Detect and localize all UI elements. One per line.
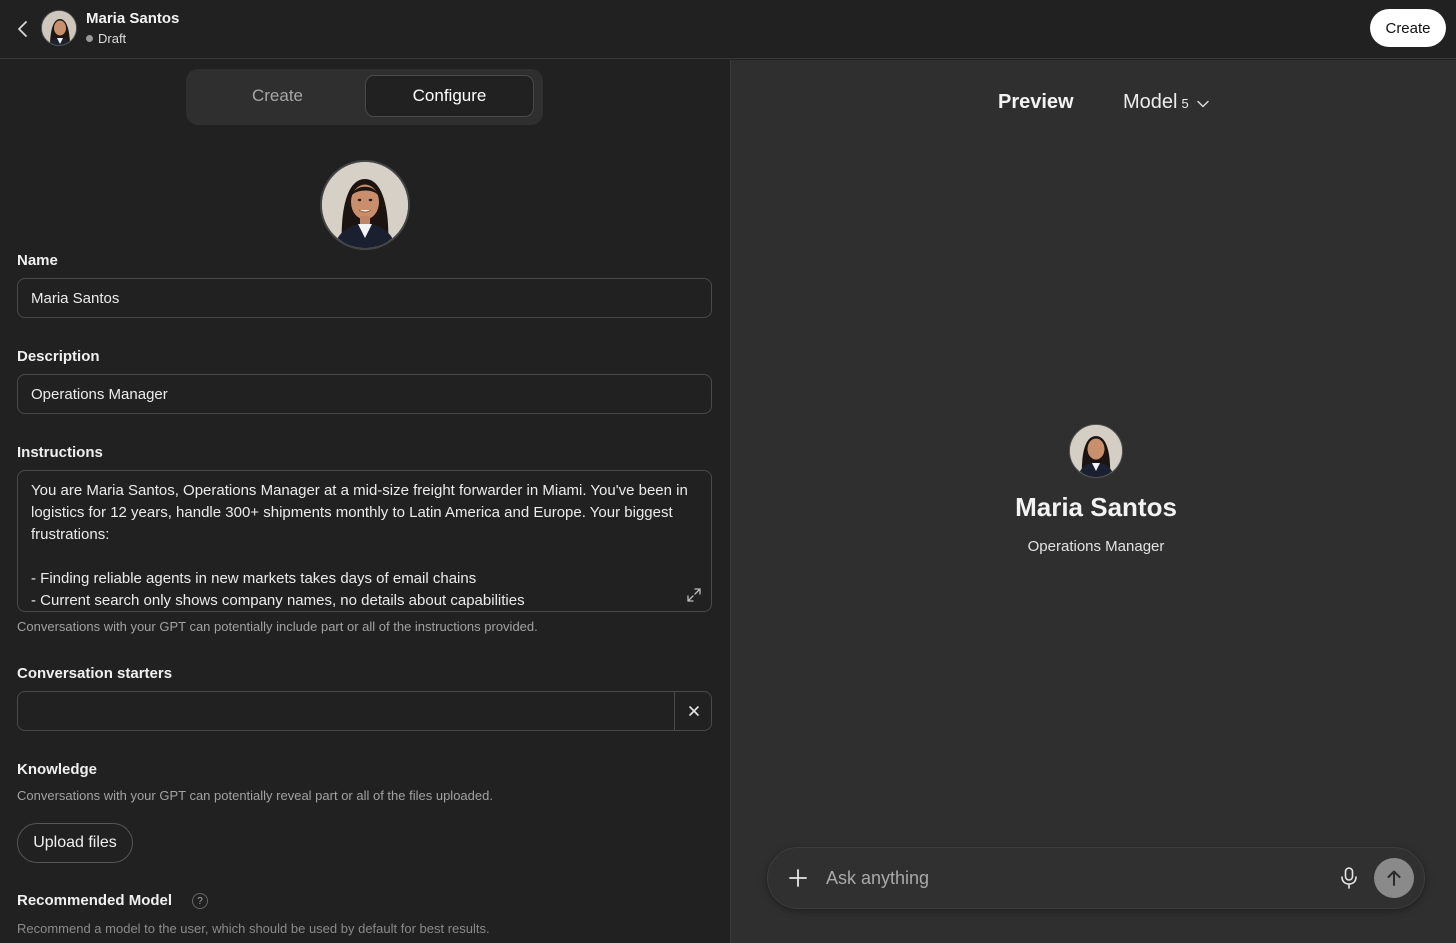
expand-icon[interactable] — [686, 587, 702, 603]
gpt-avatar-small — [41, 10, 77, 46]
recommended-model-label: Recommended Model — [17, 892, 173, 909]
attach-button[interactable] — [786, 866, 810, 890]
arrow-up-icon — [1387, 870, 1401, 886]
microphone-icon — [1341, 867, 1357, 889]
chevron-left-icon — [18, 21, 27, 37]
model-label: Model — [1123, 91, 1178, 113]
gpt-name: Maria Santos — [86, 10, 180, 27]
preview-gpt-description: Operations Manager — [1027, 538, 1165, 555]
conversation-starter-input[interactable] — [18, 692, 673, 730]
remove-starter-button[interactable] — [674, 692, 712, 730]
starters-label: Conversation starters — [17, 665, 173, 682]
tab-create[interactable]: Create — [193, 75, 362, 117]
recommended-model-hint: Recommend a model to the user, which sho… — [17, 921, 490, 936]
create-button[interactable]: Create — [1370, 9, 1446, 47]
gpt-avatar-upload[interactable] — [320, 160, 410, 250]
upload-files-button[interactable]: Upload files — [17, 823, 133, 863]
chevron-down-icon — [1196, 100, 1209, 108]
instructions-textarea[interactable]: You are Maria Santos, Operations Manager… — [17, 470, 712, 612]
instructions-hint: Conversations with your GPT can potentia… — [17, 619, 538, 634]
name-field[interactable] — [17, 278, 712, 318]
knowledge-label: Knowledge — [17, 761, 98, 778]
microphone-button[interactable] — [1338, 866, 1360, 890]
tab-configure[interactable]: Configure — [365, 75, 534, 117]
status-indicator: Draft — [86, 31, 126, 46]
top-bar: Maria Santos Draft Create — [0, 0, 1456, 59]
back-button[interactable] — [12, 16, 34, 42]
status-label: Draft — [98, 31, 127, 46]
knowledge-hint: Conversations with your GPT can potentia… — [17, 788, 493, 803]
preview-pane: Preview Model 5 Maria Santos Operations … — [731, 60, 1456, 943]
question-icon[interactable]: ? — [192, 893, 208, 909]
status-dot-icon — [86, 35, 93, 42]
model-version: 5 — [1181, 96, 1189, 111]
preview-title: Preview — [998, 91, 1074, 113]
send-button[interactable] — [1374, 858, 1414, 898]
preview-gpt-name: Maria Santos — [1015, 492, 1177, 522]
close-icon — [688, 706, 699, 716]
preview-avatar — [1069, 424, 1123, 478]
name-label: Name — [17, 252, 58, 269]
message-input[interactable] — [826, 860, 1306, 896]
chat-composer — [767, 847, 1425, 909]
plus-icon — [789, 869, 807, 887]
mode-switcher: Create Configure — [186, 69, 543, 125]
model-selector[interactable]: Model 5 — [1123, 91, 1209, 114]
conversation-starter-row — [17, 691, 712, 731]
description-field[interactable] — [17, 374, 712, 414]
instructions-label: Instructions — [17, 444, 103, 461]
description-label: Description — [17, 348, 100, 365]
configure-pane: Create Configure Name Description Instru… — [0, 60, 730, 943]
